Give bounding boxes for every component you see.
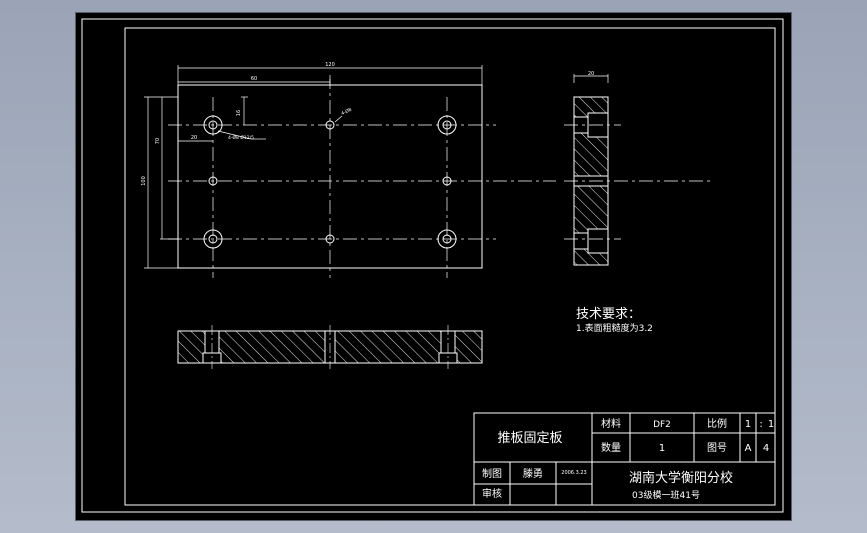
dim-overall-height: 100 (141, 176, 147, 186)
drawing-no-right: 4 (763, 443, 769, 454)
callout-center-hole: 4-Ø8 (340, 106, 353, 117)
quantity-value: 1 (659, 443, 665, 454)
drawn-date: 2006.3.23 (561, 470, 586, 476)
drawn-name: 滕勇 (523, 467, 543, 480)
tech-req-item: 1.表面粗糙度为3.2 (576, 322, 653, 334)
scale-sep: : (759, 419, 762, 430)
cad-drawing-viewport[interactable]: 120 60 20 16 70 100 4-Ø8 Ø12/5 4-Ø8 20 技… (75, 12, 792, 521)
material-label: 材料 (601, 417, 621, 430)
dim-half-width: 60 (251, 76, 257, 82)
quantity-label: 数量 (601, 441, 621, 454)
class-info: 03级模一班41号 (632, 489, 700, 501)
tech-req-heading: 技术要求： (576, 307, 641, 322)
scale-right: 1 (768, 419, 774, 430)
side-view (564, 74, 712, 266)
material-value: DF2 (653, 420, 671, 430)
drawing-canvas: 120 60 20 16 70 100 4-Ø8 Ø12/5 4-Ø8 20 技… (81, 18, 784, 513)
dim-left-offset: 20 (191, 135, 197, 141)
dim-overall-width: 120 (325, 62, 335, 68)
section-view (177, 325, 483, 369)
outer-frame (81, 18, 784, 513)
center-lines (168, 75, 556, 278)
dim-hole-spacing: 70 (155, 138, 161, 144)
front-dimension-texts: 120 60 20 16 70 100 4-Ø8 Ø12/5 4-Ø8 (141, 62, 353, 186)
part-name: 推板固定板 (497, 431, 562, 446)
dim-thickness: 20 (588, 71, 594, 77)
drawing-no-left: A (745, 443, 752, 454)
title-block-texts: 推板固定板 材料 DF2 比例 1 : 1 数量 1 图号 A 4 制图 滕勇 … (482, 417, 774, 501)
dim-top-offset: 16 (236, 110, 242, 116)
drawn-label: 制图 (482, 467, 502, 480)
drawing-no-label: 图号 (707, 442, 727, 454)
scale-left: 1 (745, 419, 751, 430)
front-view (144, 65, 556, 278)
check-label: 审核 (482, 487, 502, 500)
title-block (473, 412, 776, 506)
front-dimensions (144, 65, 483, 269)
scale-label: 比例 (707, 417, 727, 430)
school-name: 湖南大学衡阳分校 (629, 470, 733, 486)
callout-counterbore: 4-Ø8 Ø12/5 (228, 134, 254, 141)
